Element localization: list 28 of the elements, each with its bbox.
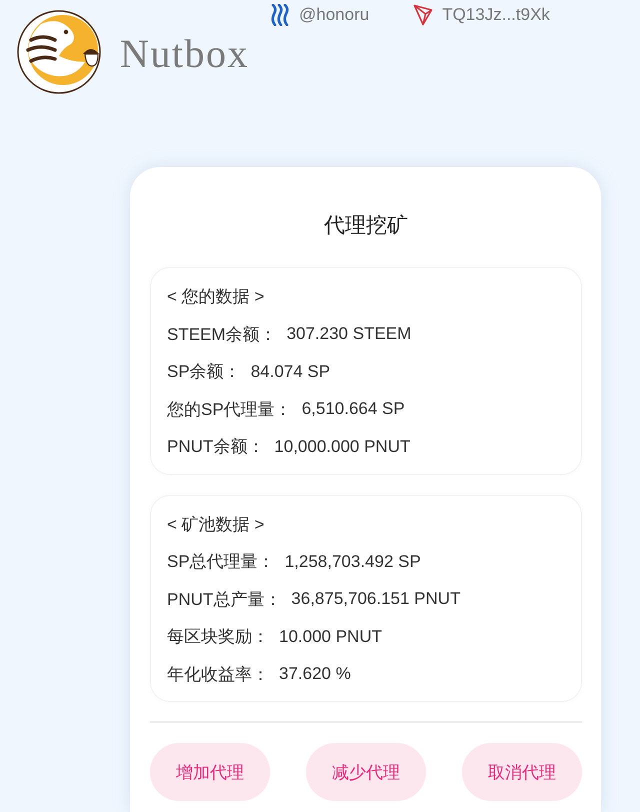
panel-heading: < 矿池数据 > — [167, 514, 264, 536]
tron-triangle-icon — [413, 4, 434, 26]
delegate-button[interactable]: 取消代理 — [462, 743, 582, 801]
stat-value: 307.230 STEEM — [286, 324, 412, 344]
delegate-button[interactable]: 增加代理 — [150, 743, 270, 801]
stat-label: 年化收益率： — [167, 664, 269, 686]
stat-label: PNUT余额： — [167, 436, 264, 458]
stat-label: PNUT总产量： — [167, 588, 282, 611]
stat-value: 10.000 PNUT — [279, 626, 382, 647]
steem-icon — [270, 4, 290, 26]
stat-value: 84.074 SP — [250, 362, 330, 382]
stat-label: 您的SP代理量： — [167, 398, 292, 421]
stat-value: 36,875,706.151 PNUT — [291, 589, 460, 610]
account-label[interactable]: TQ13Jz...t9Xk — [442, 4, 550, 26]
squirrel-logo-icon — [17, 10, 101, 94]
stat-value: 1,258,703.492 SP — [284, 552, 421, 572]
stat-value: 37.620 % — [279, 664, 351, 684]
brand-name: Nutbox — [120, 32, 249, 76]
stat-label: STEEM余额： — [167, 324, 277, 346]
card-title: 代理挖矿 — [323, 213, 409, 239]
stat-value: 10,000.000 PNUT — [274, 436, 410, 457]
panel-heading: < 您的数据 > — [167, 286, 264, 308]
stat-label: SP总代理量： — [167, 551, 275, 574]
stat-label: SP余额： — [167, 361, 241, 384]
stat-label: 每区块奖励： — [167, 626, 269, 648]
delegate-button[interactable]: 减少代理 — [306, 743, 426, 801]
stat-value: 6,510.664 SP — [302, 399, 405, 420]
account-label[interactable]: @honoru — [299, 4, 370, 26]
